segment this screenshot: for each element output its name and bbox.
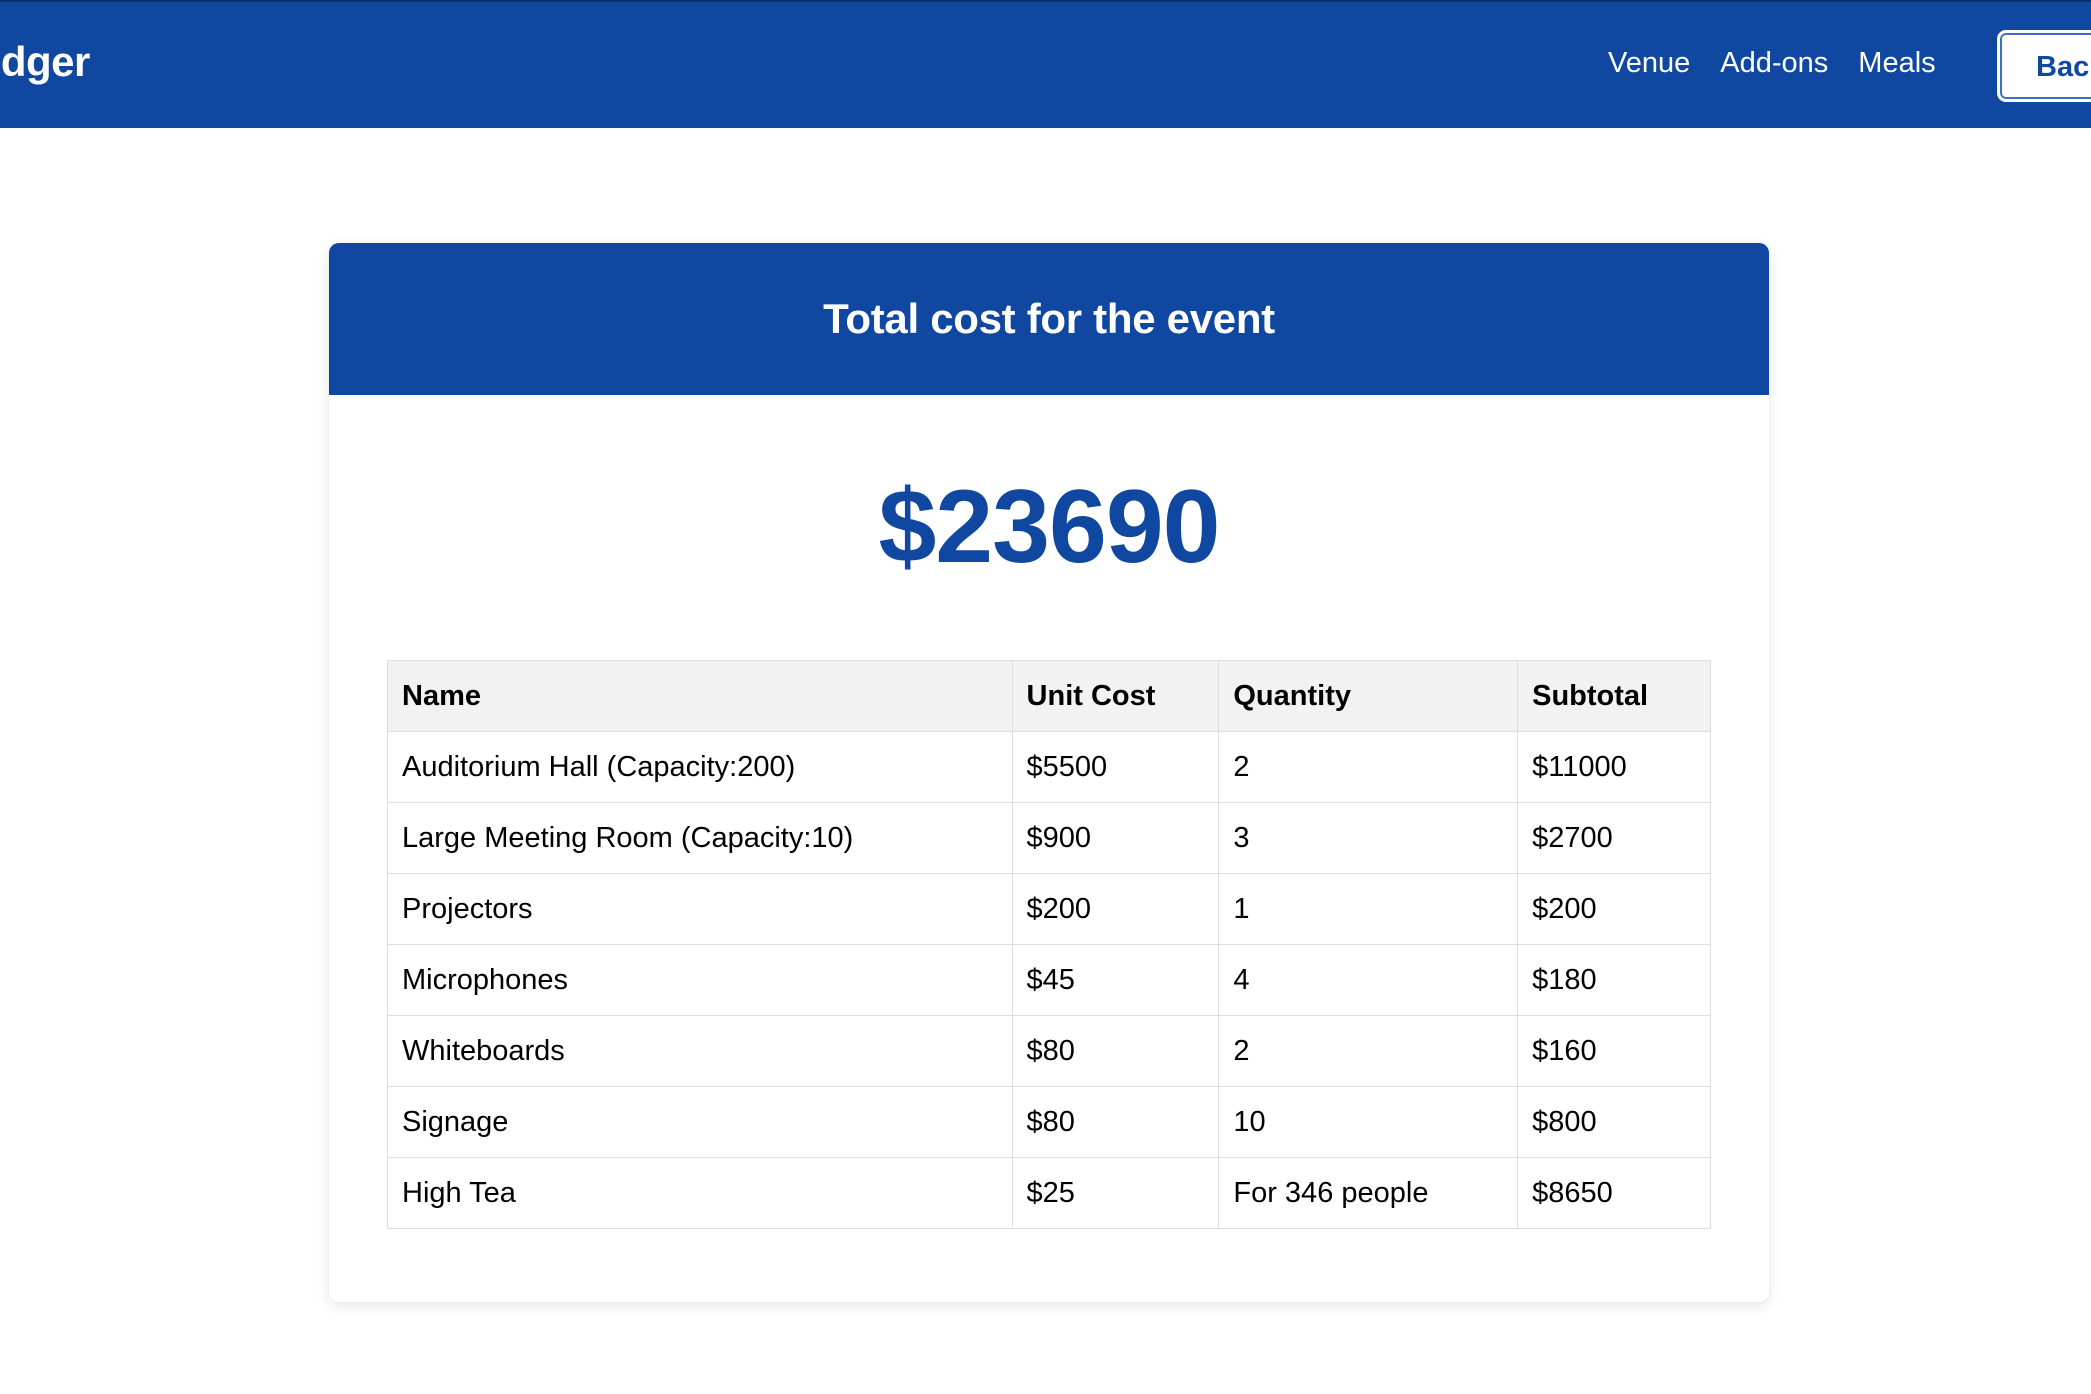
total-cost-value: $23690 [878,469,1220,585]
cost-breakdown-table: Name Unit Cost Quantity Subtotal Auditor… [387,660,1711,1229]
table-row: Signage $80 10 $800 [387,1086,1711,1158]
nav-link-meals[interactable]: Meals [1858,47,1935,80]
card-title: Total cost for the event [329,243,1769,395]
table-header-row: Name Unit Cost Quantity Subtotal [387,660,1711,732]
column-header-quantity: Quantity [1218,660,1519,732]
cell-quantity: 3 [1218,802,1519,874]
column-header-subtotal: Subtotal [1517,660,1711,732]
cell-unit-cost: $200 [1011,873,1220,945]
top-navbar: edger Venue Add-ons Meals Back [0,0,2091,128]
cell-subtotal: $200 [1517,873,1711,945]
cell-unit-cost: $45 [1011,944,1220,1016]
cell-unit-cost: $80 [1011,1015,1220,1087]
nav-link-venue[interactable]: Venue [1608,47,1690,80]
cell-subtotal: $2700 [1517,802,1711,874]
cell-subtotal: $8650 [1517,1157,1711,1229]
cell-name: Signage [387,1086,1013,1158]
cell-name: High Tea [387,1157,1013,1229]
cell-name: Large Meeting Room (Capacity:10) [387,802,1013,874]
cell-subtotal: $180 [1517,944,1711,1016]
cell-name: Projectors [387,873,1013,945]
brand-logo[interactable]: edger [0,38,90,86]
cell-quantity: For 346 people [1218,1157,1519,1229]
cell-unit-cost: $5500 [1011,731,1220,803]
table-row: Whiteboards $80 2 $160 [387,1015,1711,1087]
cell-name: Whiteboards [387,1015,1013,1087]
column-header-unit-cost: Unit Cost [1011,660,1220,732]
table-row: Large Meeting Room (Capacity:10) $900 3 … [387,802,1711,874]
table-row: Projectors $200 1 $200 [387,873,1711,945]
cost-summary-card: Total cost for the event $23690 Name Uni… [329,243,1769,1302]
table-row: Microphones $45 4 $180 [387,944,1711,1016]
cell-unit-cost: $900 [1011,802,1220,874]
column-header-name: Name [387,660,1013,732]
cell-subtotal: $11000 [1517,731,1711,803]
cell-quantity: 2 [1218,1015,1519,1087]
table-row: Auditorium Hall (Capacity:200) $5500 2 $… [387,731,1711,803]
main-nav: Venue Add-ons Meals [1608,47,1936,80]
cell-unit-cost: $80 [1011,1086,1220,1158]
cell-name: Microphones [387,944,1013,1016]
cell-quantity: 2 [1218,731,1519,803]
cell-subtotal: $160 [1517,1015,1711,1087]
cell-quantity: 4 [1218,944,1519,1016]
cell-name: Auditorium Hall (Capacity:200) [387,731,1013,803]
cell-subtotal: $800 [1517,1086,1711,1158]
cell-unit-cost: $25 [1011,1157,1220,1229]
back-button[interactable]: Back [1997,30,2091,102]
table-row: High Tea $25 For 346 people $8650 [387,1157,1711,1229]
cell-quantity: 1 [1218,873,1519,945]
nav-link-add-ons[interactable]: Add-ons [1720,47,1828,80]
cell-quantity: 10 [1218,1086,1519,1158]
